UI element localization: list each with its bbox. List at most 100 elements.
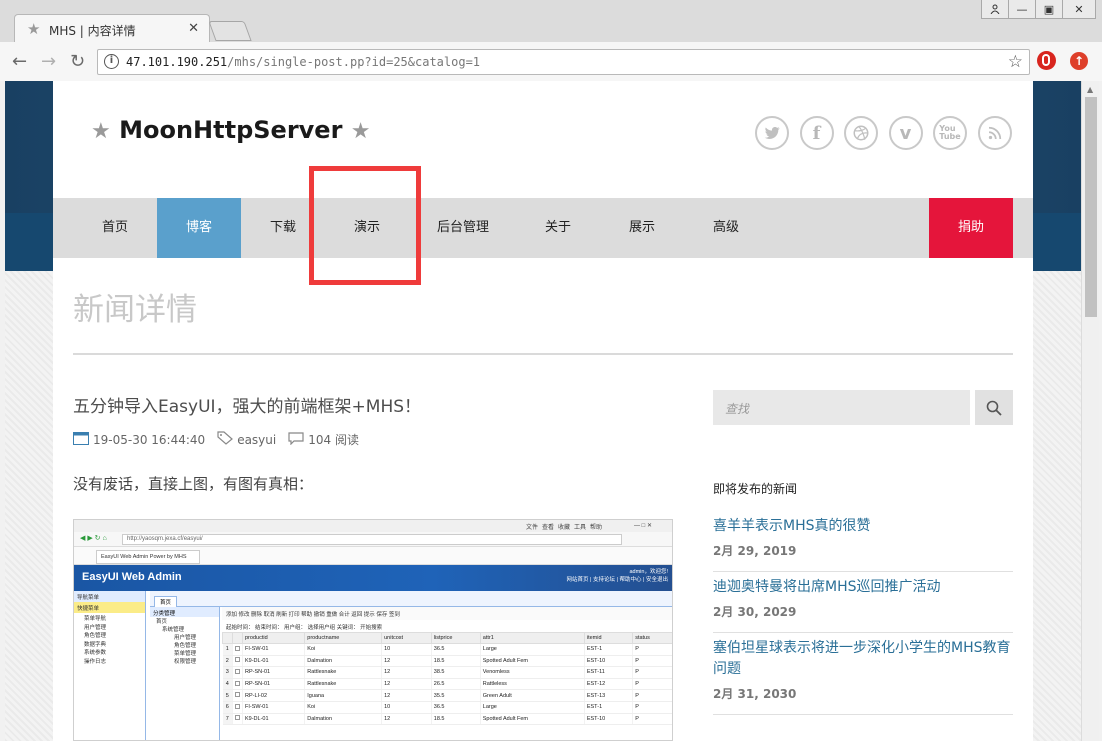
table-header: attr1 xyxy=(479,632,585,644)
table-header: productname xyxy=(304,632,383,644)
divider xyxy=(713,571,1013,572)
info-icon[interactable]: i xyxy=(104,54,119,69)
address-bar[interactable]: i 47.101.190.251/mhs/single-post.pp?id=2… xyxy=(97,49,1030,75)
reload-icon[interactable]: ↻ xyxy=(70,51,85,72)
table-cell: K9-DL-01 xyxy=(242,713,306,726)
checkbox-icon xyxy=(232,643,243,656)
embedded-nav-icon: ◀ ▶ ↻ ⌂ xyxy=(80,535,107,542)
news-date: 2月 31, 2030 xyxy=(713,687,797,701)
news-date: 2月 30, 2029 xyxy=(713,605,797,619)
table-cell: Large xyxy=(480,701,585,714)
embedded-table: productid productname unitcost listprice… xyxy=(222,632,672,726)
rss-icon[interactable] xyxy=(977,116,1012,150)
nav-item-home[interactable]: 首页 xyxy=(73,198,157,258)
page-container: ★ MoonHttpServer ★ f v You Tube 首页 博客 下载 … xyxy=(53,81,1033,741)
vimeo-icon[interactable]: v xyxy=(888,116,923,150)
extension-opera-icon[interactable] xyxy=(1037,51,1056,70)
nav-item-advanced[interactable]: 高级 xyxy=(684,198,768,258)
embedded-menu-item: 工具 xyxy=(574,525,587,531)
comment-icon xyxy=(288,431,304,448)
news-title[interactable]: 迪迦奥特曼将出席MHS巡回推广活动 xyxy=(713,577,1013,598)
embedded-left-item: 用户管理 xyxy=(84,624,107,631)
table-cell: 12 xyxy=(381,655,432,668)
window-close-icon[interactable]: ✕ xyxy=(1062,0,1096,19)
minimize-icon[interactable]: — xyxy=(1008,0,1036,19)
nav-item-blog[interactable]: 博客 xyxy=(157,198,241,258)
post-meta: 19-05-30 16:44:40 easyui 104 阅读 xyxy=(73,431,371,448)
table-cell: Koi xyxy=(304,701,383,714)
table-cell: EST-1 xyxy=(584,643,634,656)
embedded-user-links: 网站首页 | 支持论坛 | 帮助中心 | 安全退出 xyxy=(566,577,668,583)
table-cell: Green Adult xyxy=(480,689,585,702)
bookmark-star-icon[interactable]: ☆ xyxy=(1008,52,1023,72)
table-cell: P xyxy=(632,701,672,714)
forward-arrow-icon[interactable]: → xyxy=(41,51,56,72)
checkbox-icon xyxy=(232,713,243,726)
nav-item-admin[interactable]: 后台管理 xyxy=(421,198,505,258)
url-text: 47.101.190.251/mhs/single-post.pp?id=25&… xyxy=(126,55,480,69)
dribbble-icon[interactable] xyxy=(844,116,878,150)
table-cell: Spotted Adult Fem xyxy=(480,713,585,726)
search-input[interactable]: 查找 xyxy=(713,390,970,425)
page-scrollbar[interactable]: ▲ xyxy=(1081,81,1099,741)
embedded-main: 首页 分类管理 首页 系统管理 用户管理 角色管理 菜单管理 权限管理 添加 修… xyxy=(150,591,672,740)
user-icon[interactable] xyxy=(981,0,1009,19)
news-title[interactable]: 喜羊羊表示MHS真的很赞 xyxy=(713,516,1013,537)
post-tag-group: easyui xyxy=(217,431,276,448)
donate-button[interactable]: 捐助 xyxy=(929,198,1013,258)
table-cell: 35.5 xyxy=(431,689,481,702)
star-icon: ★ xyxy=(350,119,371,144)
table-cell: EST-10 xyxy=(584,713,634,726)
browser-tab[interactable]: ★ MHS | 内容详情 ✕ xyxy=(14,14,210,43)
table-cell: 5 xyxy=(222,689,233,702)
news-item: 迪迦奥特曼将出席MHS巡回推广活动 2月 30, 2029 xyxy=(713,577,1013,633)
table-cell: RP-SN-01 xyxy=(242,666,306,679)
widget-title: 即将发布的新闻 xyxy=(713,482,798,496)
table-header: status xyxy=(632,632,672,644)
page-viewport: ★ MoonHttpServer ★ f v You Tube 首页 博客 下载 … xyxy=(5,81,1081,741)
search-placeholder: 查找 xyxy=(725,402,750,416)
maximize-icon[interactable]: ▣ xyxy=(1035,0,1063,19)
scrollbar-thumb[interactable] xyxy=(1085,97,1097,317)
url-path: /mhs/single-post.pp?id=25&catalog=1 xyxy=(227,55,481,69)
search-button[interactable] xyxy=(975,390,1013,425)
table-cell: Rattlesnake xyxy=(304,678,383,691)
twitter-icon[interactable] xyxy=(755,116,789,150)
news-item: 塞伯坦星球表示将进一步深化小学生的MHS教育问题 2月 31, 2030 xyxy=(713,638,1013,715)
news-title[interactable]: 塞伯坦星球表示将进一步深化小学生的MHS教育问题 xyxy=(713,638,1013,680)
embedded-tabs: EasyUI Web Admin Power by MHS xyxy=(74,547,672,565)
table-cell: 6 xyxy=(222,701,233,714)
table-header: productid xyxy=(241,632,306,644)
table-cell: 18.5 xyxy=(431,655,481,668)
site-logo[interactable]: ★ MoonHttpServer ★ xyxy=(91,116,371,144)
embedded-quick-menu: 快捷菜单 xyxy=(74,602,145,613)
extension-upload-icon[interactable]: ↑ xyxy=(1070,52,1088,70)
table-cell: 12 xyxy=(381,666,432,679)
post-tag[interactable]: easyui xyxy=(237,433,276,447)
divider xyxy=(713,632,1013,633)
main-nav: 首页 博客 下载 演示 后台管理 关于 展示 高级 捐助 xyxy=(53,198,1033,258)
browser-toolbar: ← → ↻ i 47.101.190.251/mhs/single-post.p… xyxy=(0,42,1102,81)
table-cell: EST-1 xyxy=(584,701,634,714)
close-tab-icon[interactable]: ✕ xyxy=(188,21,199,36)
scroll-up-icon[interactable]: ▲ xyxy=(1087,85,1093,94)
nav-item-showcase[interactable]: 展示 xyxy=(600,198,684,258)
table-cell: Koi xyxy=(304,643,383,656)
nav-item-about[interactable]: 关于 xyxy=(516,198,600,258)
checkbox-icon xyxy=(232,655,243,668)
table-cell: EST-12 xyxy=(584,678,634,691)
table-header xyxy=(232,632,243,644)
embedded-main-tabs: 首页 xyxy=(150,591,672,608)
post-date-group: 19-05-30 16:44:40 xyxy=(73,431,205,448)
embedded-left-item: 操作日志 xyxy=(84,658,107,665)
facebook-icon[interactable]: f xyxy=(799,116,834,150)
new-tab-button[interactable] xyxy=(208,21,252,41)
embedded-tree-node: 首页 xyxy=(156,619,168,625)
back-arrow-icon[interactable]: ← xyxy=(12,51,27,72)
table-cell: 1 xyxy=(222,643,233,656)
post-reads: 104 阅读 xyxy=(308,433,359,447)
youtube-icon[interactable]: You Tube xyxy=(933,116,967,150)
tag-icon xyxy=(217,431,234,448)
browser-chrome: ★ MHS | 内容详情 ✕ — ▣ ✕ ← → ↻ i 47.101.190.… xyxy=(0,0,1102,81)
table-cell: 2 xyxy=(222,655,233,668)
